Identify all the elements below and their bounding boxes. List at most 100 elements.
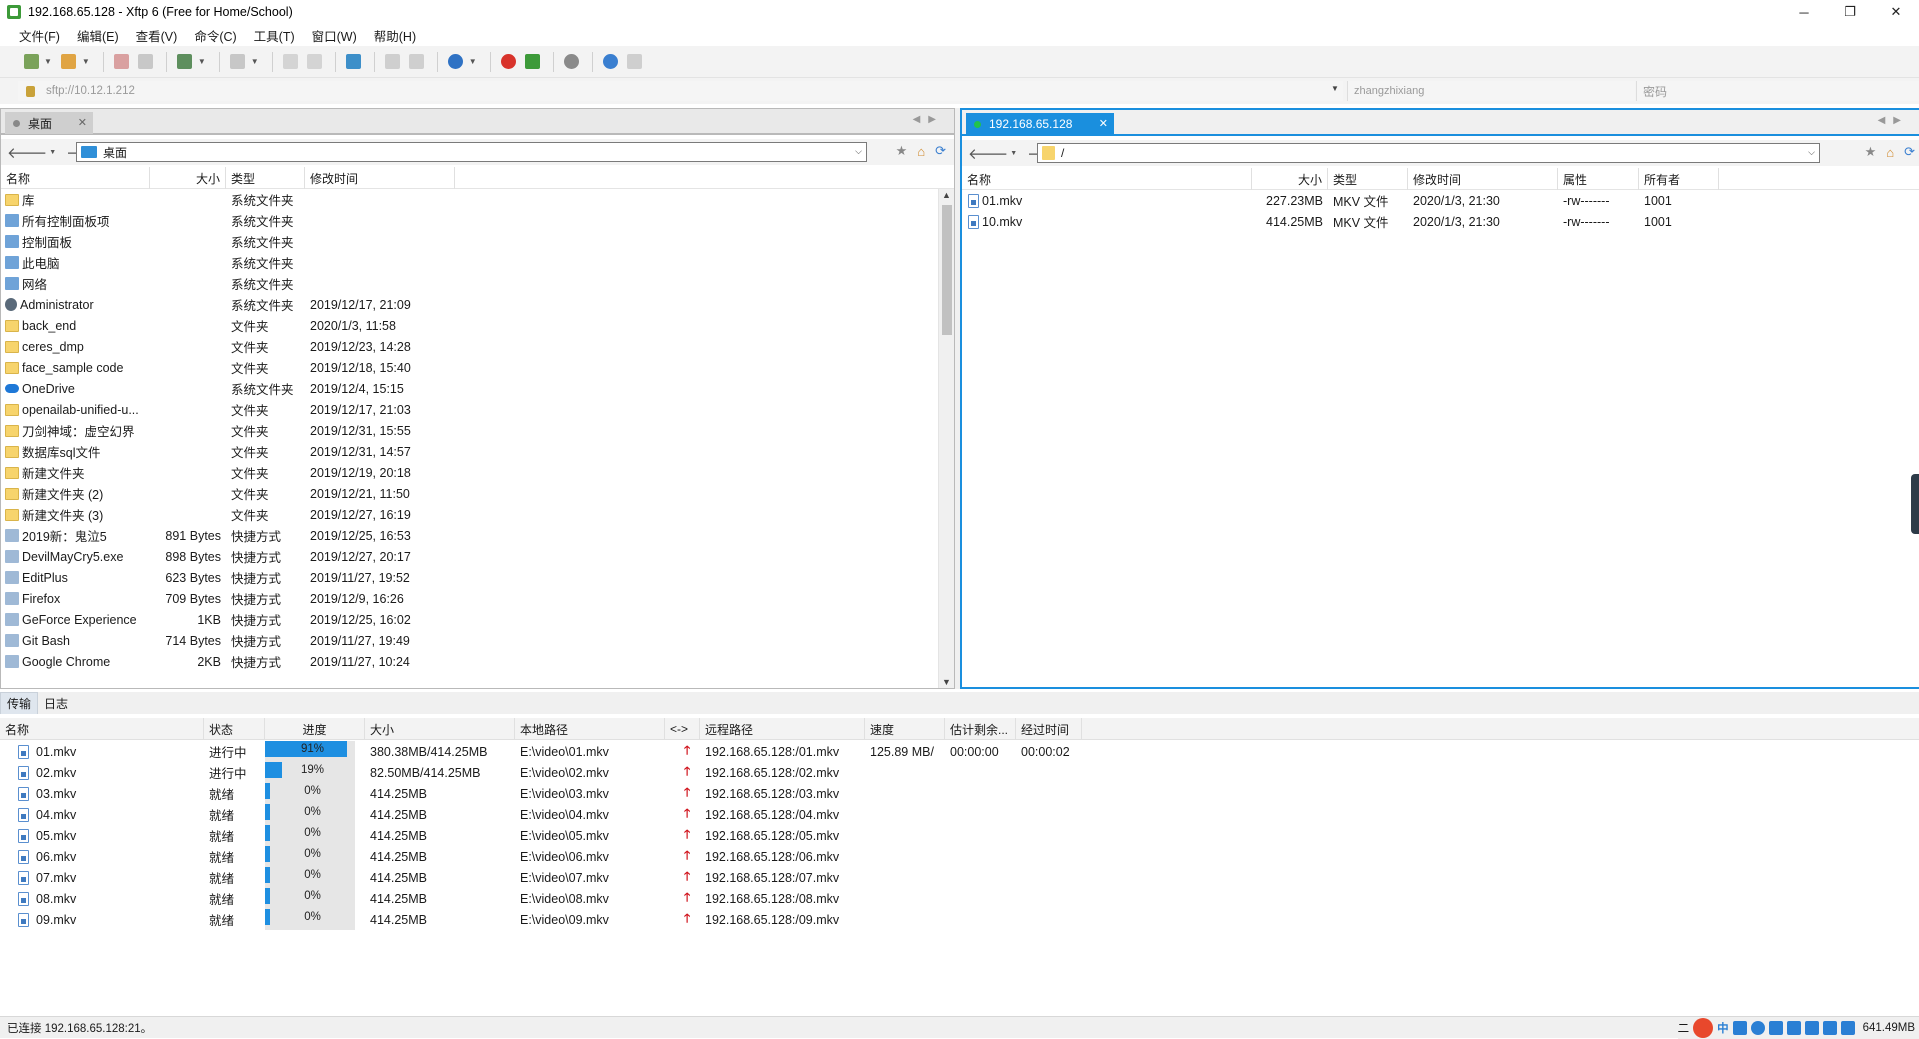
refresh-icon[interactable]: ⟳ [935,143,946,159]
chevron-down-icon[interactable]: ⌵ [1808,147,1815,158]
local-path-input[interactable]: 桌面 ⌵ [76,142,867,162]
minimize-button[interactable]: ─ [1781,0,1827,24]
menu-window[interactable]: 窗口(W) [312,26,357,45]
col-progress[interactable]: 进度 [265,718,365,740]
host-address-field[interactable]: sftp://10.12.1.212 [18,81,1343,101]
tab-remote-session[interactable]: 192.168.65.128 ✕ [966,113,1114,135]
print-button[interactable] [382,51,404,73]
scroll-up-icon[interactable]: ▲ [942,190,951,200]
table-row[interactable]: 刀剑神域：虚空幻界 文件夹 2019/12/31, 15:55 [1,420,954,441]
keyboard-icon[interactable] [1786,1021,1801,1035]
table-row[interactable]: Firefox 709 Bytes 快捷方式 2019/12/9, 16:26 [1,588,954,609]
transfer-row[interactable]: 03.mkv 就绪 0% 414.25MB E:\video\03.mkv 🡑 192.16… [0,783,1919,804]
table-row[interactable]: 2019新：鬼泣5 891 Bytes 快捷方式 2019/12/25, 16:53 [1,525,954,546]
table-row[interactable]: 10.mkv 414.25MB MKV 文件 2020/1/3, 21:30 -rw--… [962,211,1919,232]
col-size[interactable]: 大小 [150,167,226,189]
transfer-row[interactable]: 02.mkv 进行中 19% 82.50MB/414.25MB E:\video\02.… [0,762,1919,783]
view-button[interactable] [227,51,249,73]
sync-button[interactable] [343,51,365,73]
transfer-row[interactable]: 01.mkv 进行中 91% 380.38MB/414.25MB E:\video\01… [0,741,1919,762]
tab-log[interactable]: 日志 [38,692,74,714]
table-row[interactable]: OneDrive 系统文件夹 2019/12/4, 15:15 [1,378,954,399]
col-eta[interactable]: 估计剩余... [945,718,1016,740]
table-row[interactable]: 所有控制面板项 系统文件夹 [1,210,954,231]
globe-button[interactable] [445,51,467,73]
emoji-icon[interactable] [1750,1021,1765,1035]
col-owner[interactable]: 所有者 [1639,168,1719,190]
tab-scroll-arrows[interactable]: ◀▶ [1878,115,1909,126]
back-arrow-icon[interactable]: 🡐 [7,143,47,162]
table-row[interactable]: back_end 文件夹 2020/1/3, 11:58 [1,315,954,336]
close-tab-icon[interactable]: ✕ [78,116,87,129]
transfer-row[interactable]: 08.mkv 就绪 0% 414.25MB E:\video\08.mkv 🡑 192.16… [0,888,1919,909]
paste-button[interactable] [304,51,326,73]
table-row[interactable]: 库 系统文件夹 [1,189,954,210]
menu-command[interactable]: 命令(C) [194,26,236,45]
col-elapsed[interactable]: 经过时间 [1016,718,1082,740]
transfer-row[interactable]: 06.mkv 就绪 0% 414.25MB E:\video\06.mkv 🡑 192.16… [0,846,1919,867]
table-row[interactable]: 新建文件夹 (3) 文件夹 2019/12/27, 16:19 [1,504,954,525]
chevron-down-icon[interactable]: ▼ [469,57,477,66]
col-name[interactable]: 名称 [1,167,150,189]
skin-icon[interactable] [1804,1021,1819,1035]
transfer-row[interactable]: 07.mkv 就绪 0% 414.25MB E:\video\07.mkv 🡑 192.16… [0,867,1919,888]
chevron-down-icon[interactable]: ▼ [82,57,90,66]
table-row[interactable]: Google Chrome 2KB 快捷方式 2019/11/27, 10:24 [1,651,954,672]
punctuation-icon[interactable] [1732,1021,1747,1035]
menu-edit[interactable]: 编辑(E) [77,26,119,45]
xshell-button[interactable] [498,51,520,73]
col-direction[interactable]: <-> [665,718,700,740]
col-modified[interactable]: 修改时间 [1408,168,1558,190]
star-icon[interactable]: ★ [896,143,908,159]
scroll-down-icon[interactable]: ▼ [942,677,951,687]
col-name[interactable]: 名称 [0,718,204,740]
col-size[interactable]: 大小 [365,718,515,740]
chevron-down-icon[interactable]: ▼ [198,57,206,66]
col-name[interactable]: 名称 [962,168,1252,190]
xftp-button[interactable] [522,51,544,73]
chevron-down-icon[interactable]: ▼ [44,57,52,66]
close-window-button[interactable]: ✕ [1873,0,1919,24]
new-session-button[interactable] [20,51,42,73]
sogou-ime-icon[interactable] [1693,1018,1714,1038]
local-scrollbar[interactable]: ▲ ▼ [938,189,954,688]
transfer-row[interactable]: 05.mkv 就绪 0% 414.25MB E:\video\05.mkv 🡑 192.16… [0,825,1919,846]
col-size[interactable]: 大小 [1252,168,1328,190]
new-folder-button[interactable] [174,51,196,73]
close-tab-icon[interactable]: ✕ [1099,117,1108,130]
ime-language[interactable]: 中 [1717,1020,1729,1036]
table-row[interactable]: 01.mkv 227.23MB MKV 文件 2020/1/3, 21:30 -rw--… [962,190,1919,211]
col-remote-path[interactable]: 远程路径 [700,718,865,740]
disconnect-button[interactable] [135,51,157,73]
table-row[interactable]: EditPlus 623 Bytes 快捷方式 2019/11/27, 19:52 [1,567,954,588]
transfer-row[interactable]: 09.mkv 就绪 0% 414.25MB E:\video\09.mkv 🡑 192.16… [0,909,1919,930]
menu-tools[interactable]: 工具(T) [254,26,295,45]
menu-file[interactable]: 文件(F) [19,26,60,45]
table-row[interactable]: 新建文件夹 文件夹 2019/12/19, 20:18 [1,462,954,483]
tab-scroll-arrows[interactable]: ◀▶ [913,114,944,125]
home-icon[interactable]: ⌂ [1886,145,1894,160]
copy-button[interactable] [280,51,302,73]
star-icon[interactable]: ★ [1865,144,1877,160]
table-row[interactable]: 控制面板 系统文件夹 [1,231,954,252]
refresh-icon[interactable]: ⟳ [1904,144,1915,160]
table-row[interactable]: Git Bash 714 Bytes 快捷方式 2019/11/27, 19:49 [1,630,954,651]
col-type[interactable]: 类型 [1328,168,1408,190]
remote-path-input[interactable]: / ⌵ [1037,143,1820,163]
back-arrow-icon[interactable]: 🡐 [968,144,1008,163]
col-local-path[interactable]: 本地路径 [515,718,665,740]
restore-button[interactable]: ❐ [1827,0,1873,24]
settings-button[interactable] [561,51,583,73]
col-status[interactable]: 状态 [204,718,265,740]
col-modified[interactable]: 修改时间 [305,167,455,189]
username-field[interactable]: zhangzhixiang [1347,81,1635,101]
menu-help[interactable]: 帮助(H) [374,26,416,45]
table-row[interactable]: ceres_dmp 文件夹 2019/12/23, 14:28 [1,336,954,357]
scroll-thumb[interactable] [942,205,952,335]
chevron-down-icon[interactable]: ▼ [49,149,56,156]
table-row[interactable]: 此电脑 系统文件夹 [1,252,954,273]
table-row[interactable]: 网络 系统文件夹 [1,273,954,294]
table-row[interactable]: 数据库sql文件 文件夹 2019/12/31, 14:57 [1,441,954,462]
connect-button[interactable] [111,51,133,73]
print-preview-button[interactable] [406,51,428,73]
